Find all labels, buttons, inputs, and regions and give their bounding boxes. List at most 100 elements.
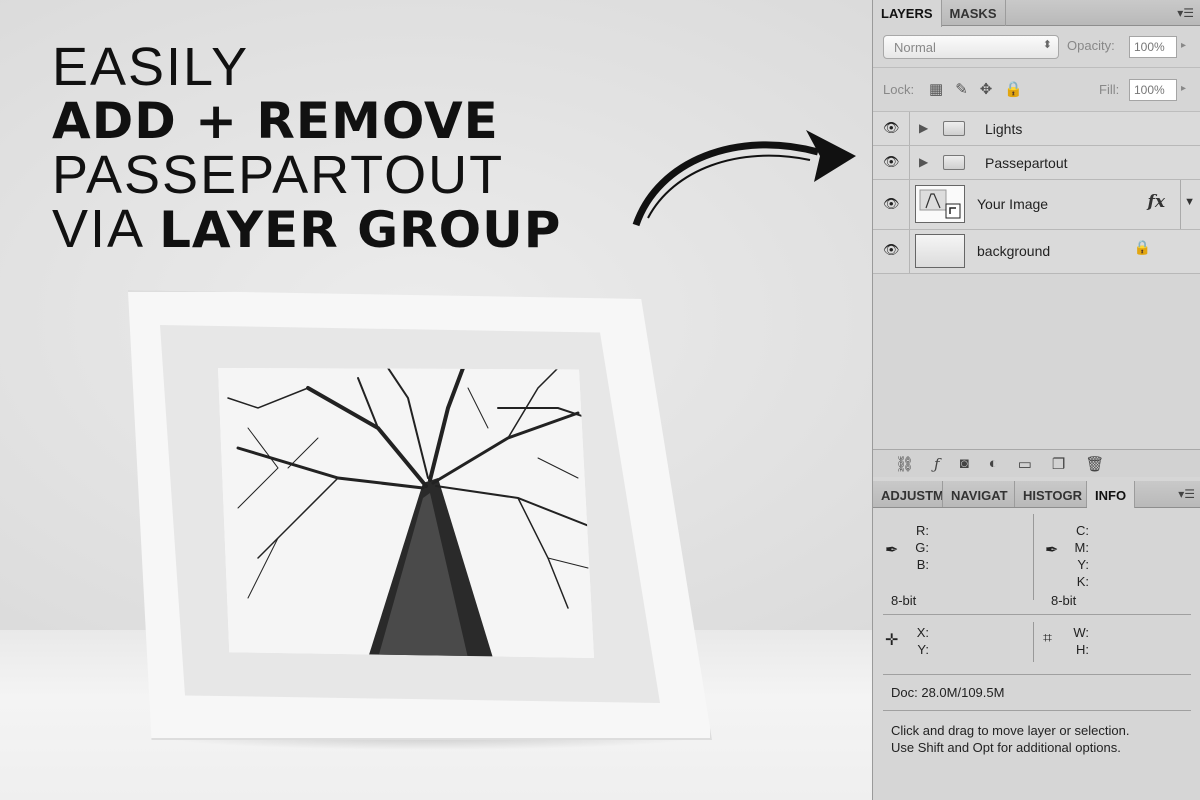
expand-effects-icon[interactable]: ▼ [1184, 196, 1195, 208]
lock-label: Lock: [883, 82, 915, 97]
info-tabbar: ADJUSTM NAVIGAT HISTOGR INFO ▾☰ [873, 481, 1200, 508]
headline-via: VIA [52, 199, 160, 259]
label-y: Y: [1077, 557, 1089, 572]
blend-mode-value: Normal [894, 40, 936, 55]
fill-label: Fill: [1099, 82, 1120, 97]
info-hdivider-3 [883, 710, 1191, 711]
layer-name: Lights [985, 121, 1023, 137]
label-x: X: [916, 625, 929, 640]
label-b: B: [916, 557, 929, 572]
wh-labels: W: H: [1069, 624, 1089, 658]
layer-name: Your Image [977, 196, 1049, 212]
label-h: H: [1076, 642, 1089, 657]
layer-row-lights[interactable]: 👁 ▶ Lights [873, 112, 1200, 146]
visibility-eye-icon[interactable]: 👁 [883, 154, 903, 170]
crosshair-icon: ✛ [885, 632, 899, 649]
tool-hint-line-1: Click and drag to move layer or selectio… [891, 723, 1130, 738]
visibility-eye-icon[interactable]: 👁 [883, 120, 903, 136]
visibility-eye-icon[interactable]: 👁 [883, 196, 903, 212]
layers-tabbar: LAYERS MASKS ▾☰ [873, 0, 1200, 27]
fill-field[interactable]: 100% [1129, 79, 1177, 101]
layer-effects-icon[interactable]: fx [1148, 192, 1165, 212]
lock-paint-icon[interactable]: ✎ [955, 80, 968, 98]
doc-size: Doc: 28.0M/109.5M [891, 685, 1005, 700]
info-hdivider-2 [883, 674, 1191, 675]
info-divider-2 [1033, 622, 1034, 662]
layer-name: Passepartout [985, 155, 1068, 171]
opacity-field[interactable]: 100% [1129, 36, 1177, 58]
blend-mode-select[interactable]: Normal ⬍ [883, 35, 1059, 59]
lock-row: Lock: ▦ ✎ ✥ 🔒 Fill: 100% ▸ [873, 68, 1200, 112]
tree-photo-drawing [218, 368, 594, 658]
info-hdivider-1 [883, 614, 1191, 615]
lock-transparent-icon[interactable]: ▦ [929, 80, 943, 98]
opacity-label: Opacity: [1067, 38, 1115, 53]
panel-menu-icon[interactable]: ▾☰ [1178, 487, 1195, 501]
tab-histogram[interactable]: HISTOGR [1015, 481, 1087, 507]
info-divider-1 [1033, 514, 1034, 600]
headline: EASILY ADD + REMOVE PASSEPARTOUT VIA LAY… [52, 40, 561, 257]
tab-layers[interactable]: LAYERS [873, 0, 942, 27]
eye-column-divider [909, 180, 910, 229]
eye-column-divider [909, 146, 910, 179]
layer-lock-icon: 🔒 [1133, 239, 1151, 255]
new-layer-icon[interactable]: ❐ [1052, 455, 1065, 477]
link-layers-icon[interactable]: ⛓ [895, 455, 914, 477]
fill-dropdown-icon[interactable]: ▸ [1181, 83, 1186, 94]
folder-icon [943, 121, 965, 136]
select-arrows-icon: ⬍ [1042, 39, 1052, 51]
tool-hint: Click and drag to move layer or selectio… [891, 722, 1129, 756]
tab-info[interactable]: INFO [1087, 481, 1135, 508]
add-style-icon[interactable]: ƒ [934, 455, 940, 477]
layer-row-passepartout[interactable]: 👁 ▶ Passepartout [873, 146, 1200, 180]
xy-labels: X: Y: [909, 624, 929, 658]
bit-depth-right: 8-bit [1051, 593, 1077, 608]
eyedropper-icon: ✒ [885, 542, 899, 559]
photoshop-panel: LAYERS MASKS ▾☰ Normal ⬍ Opacity: 100% ▸… [872, 0, 1200, 800]
tab-masks[interactable]: MASKS [942, 0, 1006, 26]
layer-name: background [977, 243, 1051, 259]
label-r: R: [916, 523, 929, 538]
layer-row-your-image[interactable]: 👁 Your Image fx ▼ [873, 180, 1200, 230]
lock-all-icon[interactable]: 🔒 [1004, 80, 1023, 98]
label-g: G: [915, 540, 929, 555]
add-mask-icon[interactable]: ◙ [960, 455, 969, 477]
headline-line-add-remove: ADD + REMOVE [52, 92, 499, 150]
tool-hint-line-2: Use Shift and Opt for additional options… [891, 740, 1121, 755]
visibility-eye-icon[interactable]: 👁 [883, 242, 903, 258]
label-w: W: [1073, 625, 1089, 640]
tab-adjustments[interactable]: ADJUSTM [873, 481, 943, 507]
label-m: M: [1074, 540, 1089, 555]
headline-line-passepartout: PASSEPARTOUT [52, 145, 505, 205]
new-group-icon[interactable]: ▭ [1018, 455, 1032, 477]
lock-move-icon[interactable]: ✥ [980, 80, 993, 98]
layers-footer: ⛓ ƒ ◙ ◐ ▭ ❐ 🗑 [873, 449, 1200, 477]
layer-row-background[interactable]: 👁 background 🔒 [873, 230, 1200, 274]
tree-photo [218, 368, 594, 658]
eye-column-divider [909, 112, 910, 145]
info-panel: ADJUSTM NAVIGAT HISTOGR INFO ▾☰ ✒ R: G: … [873, 481, 1200, 800]
trash-icon[interactable]: 🗑 [1085, 455, 1104, 477]
label-k: K: [1076, 574, 1089, 589]
layers-list: 👁 ▶ Lights 👁 ▶ Passepartout 👁 Your Image… [873, 112, 1200, 274]
panel-menu-icon[interactable]: ▾☰ [1177, 6, 1194, 20]
expand-triangle-icon[interactable]: ▶ [919, 121, 928, 135]
headline-line-via-layer-group: VIA LAYER GROUP [52, 202, 561, 257]
folder-icon [943, 155, 965, 170]
tab-navigator[interactable]: NAVIGAT [943, 481, 1015, 507]
headline-layer-group: LAYER GROUP [159, 201, 562, 259]
expand-triangle-icon[interactable]: ▶ [919, 155, 928, 169]
background-thumbnail [915, 234, 965, 268]
adjustment-layer-icon[interactable]: ◐ [989, 455, 998, 477]
eye-column-divider [909, 230, 910, 273]
smart-object-thumbnail [915, 185, 965, 223]
selection-size-icon: ⌗ [1043, 630, 1053, 647]
rgb-labels: R: G: B: [909, 522, 929, 573]
opacity-dropdown-icon[interactable]: ▸ [1181, 40, 1186, 51]
info-body: ✒ R: G: B: 8-bit ✒ C: M: Y: K: 8-bit ✛ X… [873, 508, 1200, 800]
eyedropper-icon: ✒ [1045, 542, 1059, 559]
bit-depth-left: 8-bit [891, 593, 917, 608]
cmyk-labels: C: M: Y: K: [1069, 522, 1089, 590]
headline-line-easily: EASILY [52, 37, 250, 97]
smart-object-icon [919, 189, 961, 219]
